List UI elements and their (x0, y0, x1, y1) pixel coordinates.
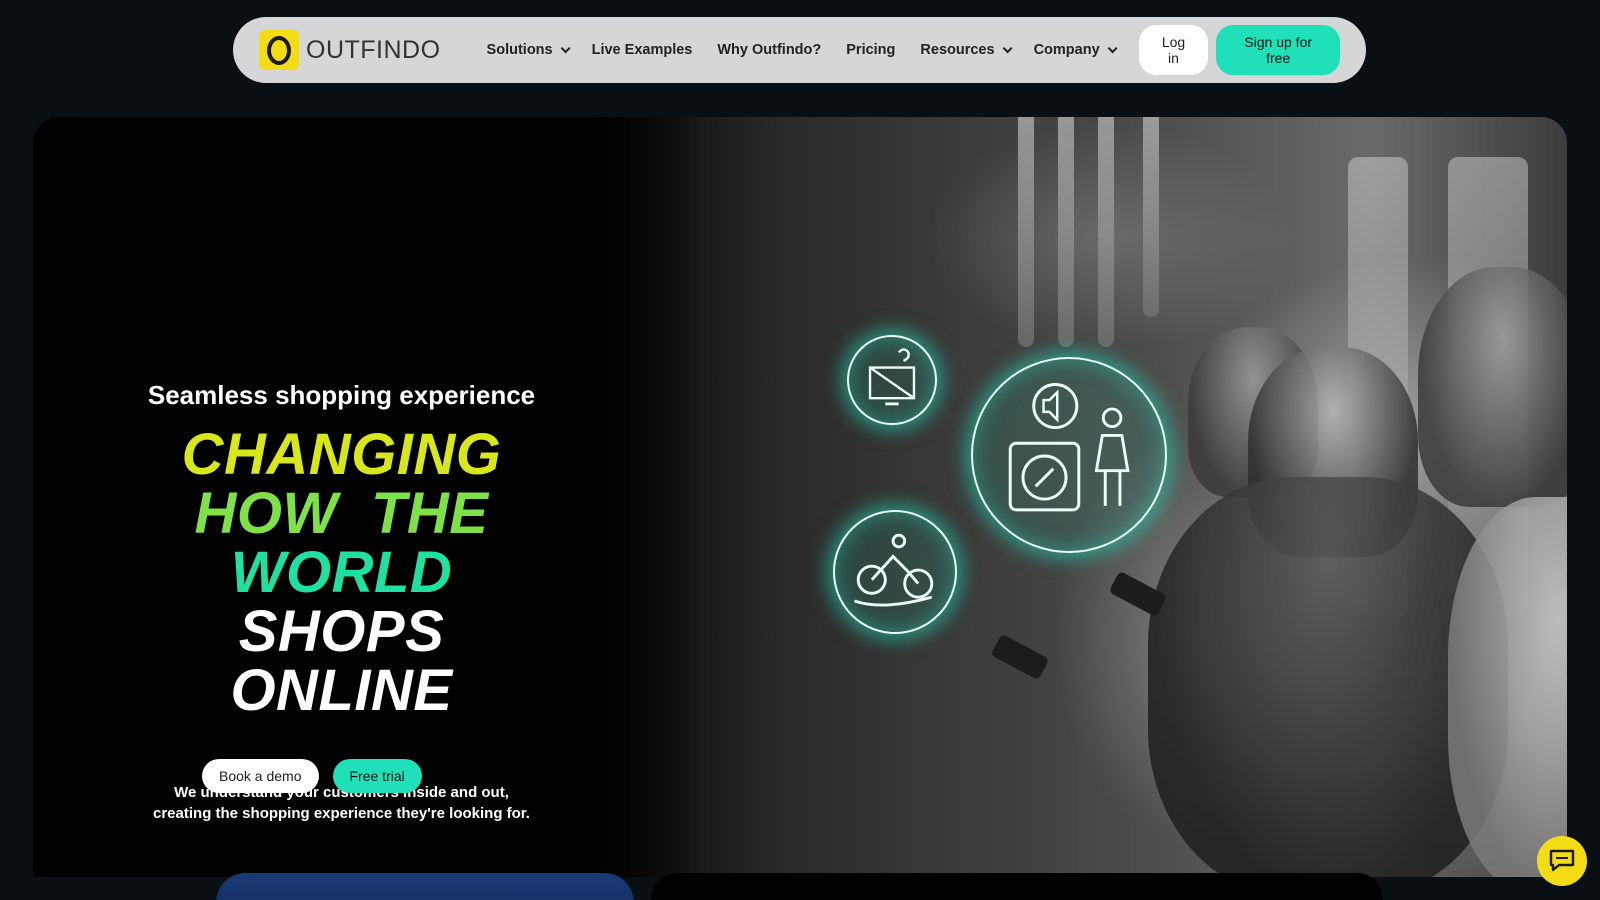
chevron-down-icon (560, 42, 571, 53)
chevron-down-icon (1107, 42, 1118, 53)
nav-item-label: Resources (920, 42, 995, 58)
nav-links: Solutions Live Examples Why Outfindo? Pr… (487, 42, 1139, 58)
feature-card (216, 873, 634, 900)
cyclist-icon (833, 510, 957, 634)
phone (1108, 570, 1168, 618)
logo[interactable]: OUTFINDO (259, 30, 441, 70)
nav-item-label: Why Outfindo? (717, 42, 822, 58)
nav-item-resources[interactable]: Resources (920, 42, 1013, 58)
chat-icon (1549, 849, 1575, 872)
logo-text: OUTFINDO (306, 35, 441, 64)
navbar: OUTFINDO Solutions Live Examples Why Out… (233, 17, 1366, 83)
speech-bubble-icon (971, 357, 1167, 553)
handrail (1058, 117, 1074, 347)
hero-tagline: Seamless shopping experience (147, 380, 536, 410)
signup-button[interactable]: Sign up for free (1216, 25, 1340, 75)
hero-headline: CHANGING HOW THE WORLD SHOPS ONLINE (33, 425, 650, 720)
book-demo-button[interactable]: Book a demo (202, 759, 319, 793)
page: OUTFINDO Solutions Live Examples Why Out… (0, 0, 1600, 900)
subtext-line: creating the shopping experience they're… (153, 805, 530, 822)
hero-cta-row: Book a demo Free trial (202, 759, 422, 793)
nav-item-live-examples[interactable]: Live Examples (592, 42, 693, 58)
nav-item-label: Live Examples (591, 42, 693, 58)
chat-button[interactable] (1537, 836, 1587, 886)
monitor-question-icon (847, 335, 937, 425)
headline-line: SHOPS (238, 599, 445, 664)
nav-item-label: Pricing (846, 42, 896, 58)
nav-item-company[interactable]: Company (1033, 42, 1118, 58)
nav-item-label: Solutions (486, 42, 553, 58)
nav-actions: Log in Sign up for free (1138, 25, 1340, 75)
nav-item-solutions[interactable]: Solutions (486, 42, 571, 58)
nav-item-pricing[interactable]: Pricing (846, 42, 895, 58)
handrail (1143, 117, 1159, 317)
nav-item-label: Company (1033, 42, 1100, 58)
login-button[interactable]: Log in (1138, 25, 1209, 75)
headline-line: ONLINE (230, 658, 453, 723)
headline-line: WORLD (230, 540, 453, 605)
phone (990, 633, 1050, 681)
free-trial-button[interactable]: Free trial (332, 759, 422, 793)
headline-line: HOW THE (194, 481, 489, 546)
feature-card (651, 873, 1383, 900)
handrail (1018, 117, 1034, 347)
logo-mark-icon (259, 30, 299, 70)
passenger (1418, 267, 1567, 507)
hero-photo (588, 117, 1567, 877)
handrail (1098, 117, 1114, 347)
headline-line: CHANGING (181, 422, 502, 487)
chevron-down-icon (1002, 42, 1013, 53)
nav-item-why-outfindo[interactable]: Why Outfindo? (717, 42, 821, 58)
